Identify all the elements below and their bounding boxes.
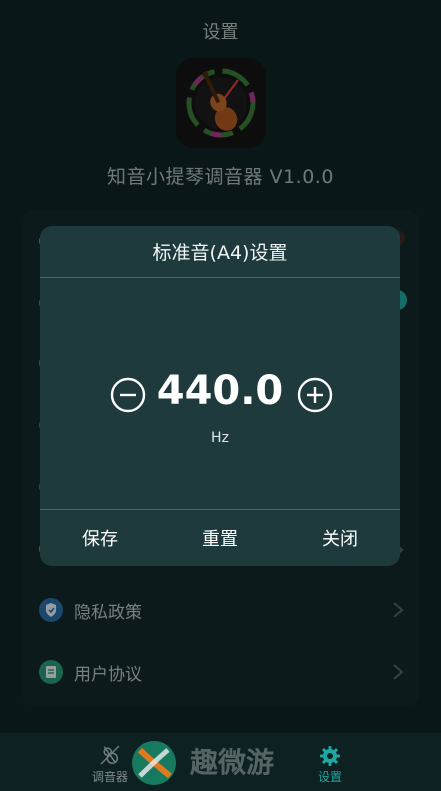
dialog-divider (40, 277, 400, 278)
dialog-title: 标准音(A4)设置 (152, 242, 288, 264)
plus-circle-icon (297, 377, 333, 413)
frequency-unit: Hz (211, 430, 229, 446)
tab-label: 调音器 (91, 770, 128, 784)
reset-button[interactable]: 重置 (160, 510, 280, 566)
increase-button[interactable] (297, 377, 333, 413)
violin-tuner-icon (100, 745, 120, 765)
save-button[interactable]: 保存 (40, 510, 160, 566)
watermark-logo: 趣微游 (126, 738, 326, 788)
a4-settings-dialog: 标准音(A4)设置 440.0 Hz 保存 重置 关闭 (40, 226, 400, 566)
watermark-text: 趣微游 (190, 746, 274, 779)
frequency-value: 440.0 (156, 368, 284, 414)
minus-circle-icon (110, 377, 146, 413)
decrease-button[interactable] (110, 377, 146, 413)
close-button[interactable]: 关闭 (280, 510, 400, 566)
